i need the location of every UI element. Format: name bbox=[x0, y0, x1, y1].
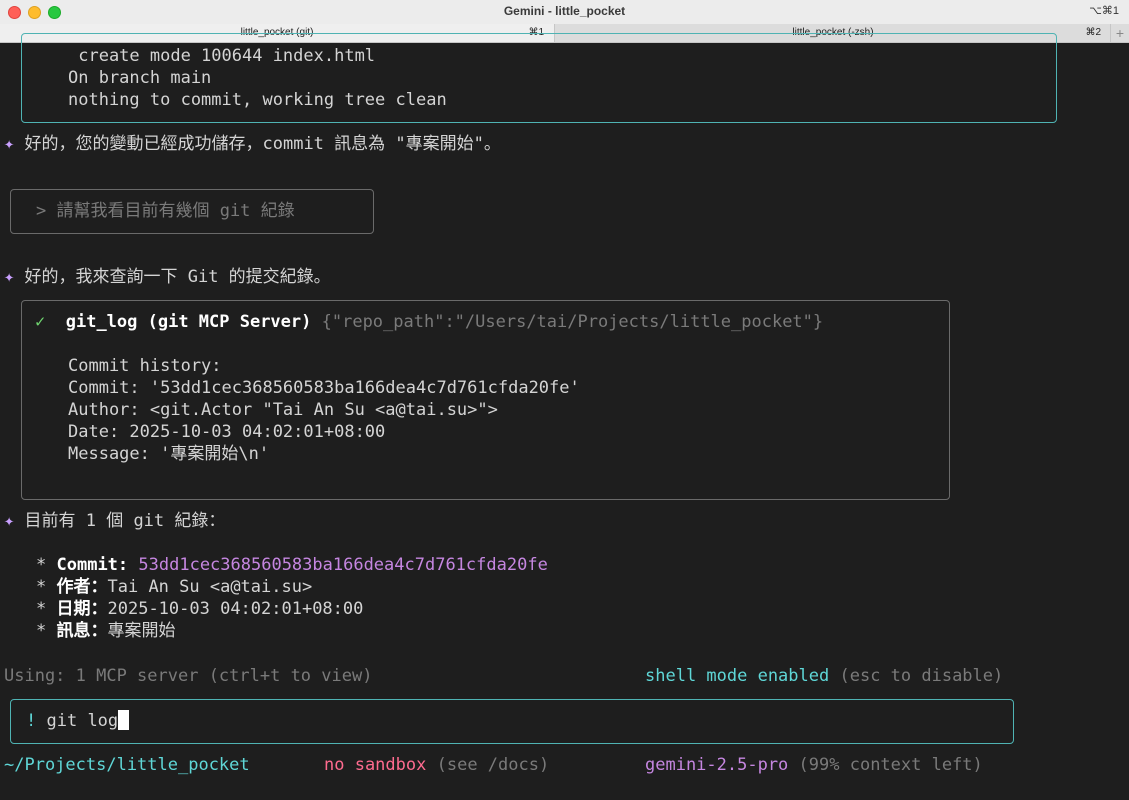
shell-mode-status: shell mode enabled (esc to disable) bbox=[645, 665, 1003, 687]
sparkle-icon: ✦ bbox=[4, 267, 15, 287]
new-tab-button[interactable]: + bbox=[1110, 24, 1129, 42]
output-line: create mode 100644 index.html bbox=[68, 46, 376, 66]
window-title: Gemini - little_pocket bbox=[503, 4, 626, 18]
tool-call-header: ✓ git_log (git MCP Server) {"repo_path":… bbox=[35, 311, 823, 333]
author-value: Tai An Su <a@tai.su> bbox=[107, 577, 313, 597]
terminal-area[interactable]: create mode 100644 index.html On branch … bbox=[0, 33, 1129, 800]
title-bar: Gemini - little_pocket ⌥⌘1 bbox=[0, 0, 1129, 25]
shell-mode-hint: (esc to disable) bbox=[839, 666, 1004, 686]
tool-name: git_log (git MCP Server) bbox=[65, 312, 312, 332]
text-cursor bbox=[118, 710, 130, 730]
message-text: 好的，您的變動已經成功儲存，commit 訊息為 "專案開始"。 bbox=[24, 134, 501, 154]
bullet: * bbox=[36, 621, 47, 641]
sandbox-status: no sandbox (see /docs) bbox=[324, 754, 549, 776]
shell-mode-label: shell mode enabled bbox=[645, 666, 830, 686]
message-value: 專案開始 bbox=[107, 621, 176, 641]
list-item-author: * 作者：Tai An Su <a@tai.su> bbox=[36, 576, 312, 598]
assistant-message: ✦ 好的，您的變動已經成功儲存，commit 訊息為 "專案開始"。 bbox=[4, 133, 501, 155]
model-status: gemini-2.5-pro (99% context left) bbox=[645, 754, 983, 776]
window-shortcut: ⌥⌘1 bbox=[1089, 5, 1119, 17]
shell-prompt-prefix: ! bbox=[26, 711, 37, 731]
message-text: 好的，我來查詢一下 Git 的提交紀錄。 bbox=[24, 267, 331, 287]
list-item-date: * 日期：2025-10-03 04:02:01+08:00 bbox=[36, 598, 363, 620]
commit-label: Commit: bbox=[56, 555, 129, 575]
tool-output-line: Author: <git.Actor "Tai An Su <a@tai.su>… bbox=[68, 400, 498, 420]
tab-shortcut: ⌘2 bbox=[1085, 27, 1101, 38]
bullet: * bbox=[36, 555, 47, 575]
sparkle-icon: ✦ bbox=[4, 511, 15, 531]
message-label: 訊息： bbox=[56, 621, 108, 641]
input-box[interactable] bbox=[10, 699, 1014, 744]
author-label: 作者： bbox=[56, 577, 108, 597]
message-text: 目前有 1 個 git 紀錄： bbox=[24, 511, 226, 531]
sandbox-hint: (see /docs) bbox=[436, 755, 550, 775]
bullet: * bbox=[36, 577, 47, 597]
tool-output-line: Date: 2025-10-03 04:02:01+08:00 bbox=[68, 422, 386, 442]
commit-hash: 53dd1cec368560583ba166dea4c7d761cfda20fe bbox=[138, 555, 548, 575]
sandbox-label: no sandbox bbox=[324, 755, 427, 775]
model-name: gemini-2.5-pro bbox=[645, 755, 789, 775]
check-icon: ✓ bbox=[35, 312, 46, 332]
output-line: nothing to commit, working tree clean bbox=[68, 90, 447, 110]
tool-output-line: Commit history: bbox=[68, 356, 222, 376]
command-input[interactable]: ! git log bbox=[26, 710, 130, 732]
assistant-message: ✦ 好的，我來查詢一下 Git 的提交紀錄。 bbox=[4, 266, 331, 288]
list-item-commit: * Commit: 53dd1cec368560583ba166dea4c7d7… bbox=[36, 554, 548, 576]
bullet: * bbox=[36, 599, 47, 619]
mcp-status: Using: 1 MCP server (ctrl+t to view) bbox=[4, 666, 373, 686]
context-left: (99% context left) bbox=[798, 755, 983, 775]
user-prompt-text: > 請幫我看目前有幾個 git 紀錄 bbox=[36, 201, 295, 221]
current-directory: ~/Projects/little_pocket bbox=[4, 755, 250, 775]
tool-output-line: Message: '專案開始\n' bbox=[68, 444, 270, 464]
date-label: 日期： bbox=[56, 599, 108, 619]
sparkle-icon: ✦ bbox=[4, 134, 15, 154]
date-value: 2025-10-03 04:02:01+08:00 bbox=[107, 599, 364, 619]
input-text: git log bbox=[46, 711, 119, 731]
output-line: On branch main bbox=[68, 68, 212, 88]
tool-output-line: Commit: '53dd1cec368560583ba166dea4c7d76… bbox=[68, 378, 580, 398]
list-item-message: * 訊息：專案開始 bbox=[36, 620, 176, 642]
tool-args: {"repo_path":"/Users/tai/Projects/little… bbox=[321, 312, 824, 332]
assistant-message: ✦ 目前有 1 個 git 紀錄： bbox=[4, 510, 225, 532]
